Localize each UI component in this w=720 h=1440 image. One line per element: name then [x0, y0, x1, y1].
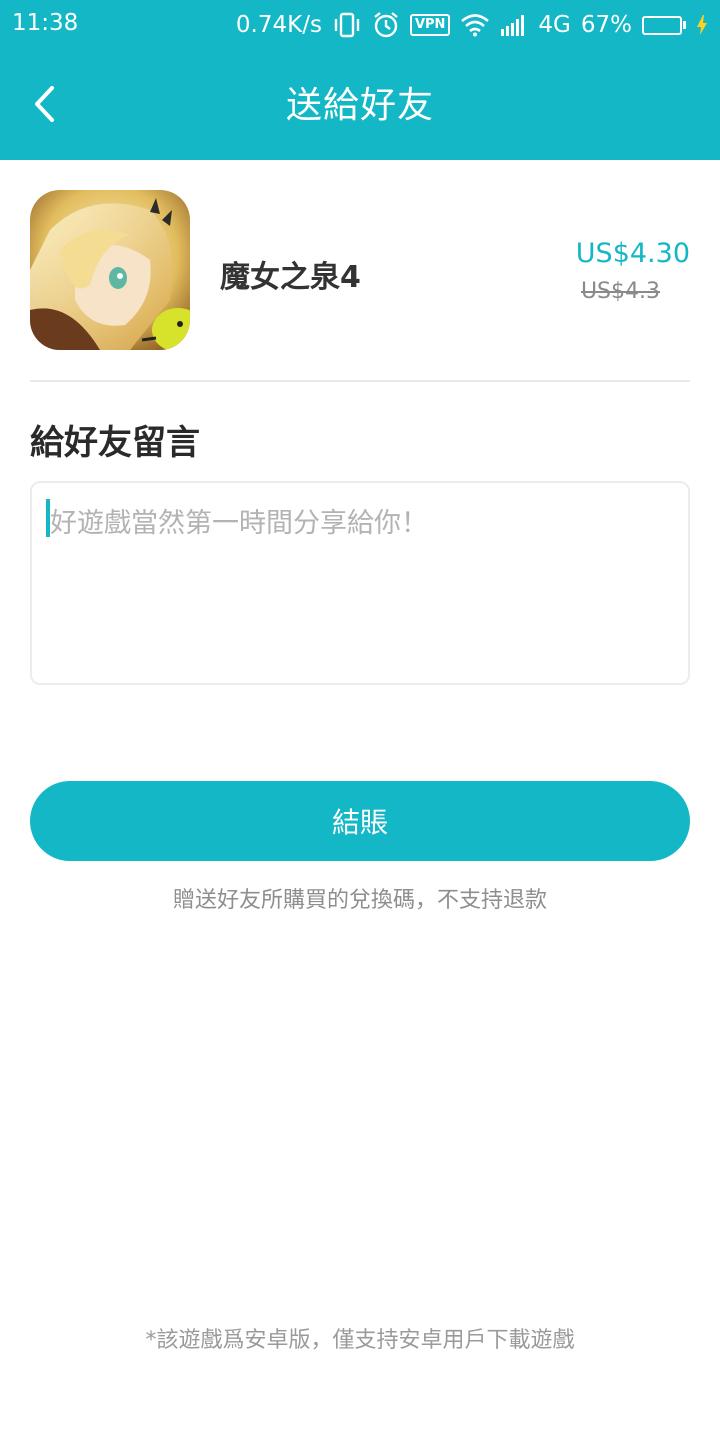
original-price: US$4.3 [580, 279, 660, 304]
app-header: 11:38 0.74K/s VPN 4G 67% 送給好友 [0, 0, 720, 160]
vibrate-icon [332, 12, 362, 38]
vpn-icon: VPN [409, 14, 451, 36]
android-only-note: *該遊戲爲安卓版，僅支持安卓用戶下載遊戲 [145, 1328, 575, 1353]
product-card: 魔女之泉4 US$4.30 US$4.3 [30, 190, 690, 350]
status-bar: 11:38 0.74K/s VPN 4G 67% [0, 0, 720, 50]
page-title: 送給好友 [285, 85, 434, 126]
refund-note: 贈送好友所購買的兌換碼，不支持退款 [172, 888, 547, 913]
game-name: 魔女之泉4 [220, 260, 361, 295]
network-type: 4G [538, 12, 571, 38]
message-placeholder: 好遊戲當然第一時間分享給你！ [50, 508, 428, 539]
alarm-icon [372, 11, 400, 39]
signal-icon [500, 13, 528, 37]
status-icons: 0.74K/s VPN 4G 67% [236, 8, 708, 42]
checkout-button[interactable]: 結賬 [30, 781, 690, 861]
status-time: 11:38 [12, 10, 79, 36]
battery-icon [642, 15, 686, 35]
divider [30, 380, 690, 382]
message-input[interactable]: 好遊戲當然第一時間分享給你！ [30, 481, 690, 685]
charging-icon [696, 14, 708, 36]
network-speed: 0.74K/s [235, 12, 322, 38]
battery-percent: 67% [580, 12, 632, 38]
wifi-icon [460, 13, 490, 37]
message-section-title: 給好友留言 [30, 423, 200, 463]
game-icon [30, 190, 190, 350]
current-price: US$4.30 [575, 238, 690, 269]
